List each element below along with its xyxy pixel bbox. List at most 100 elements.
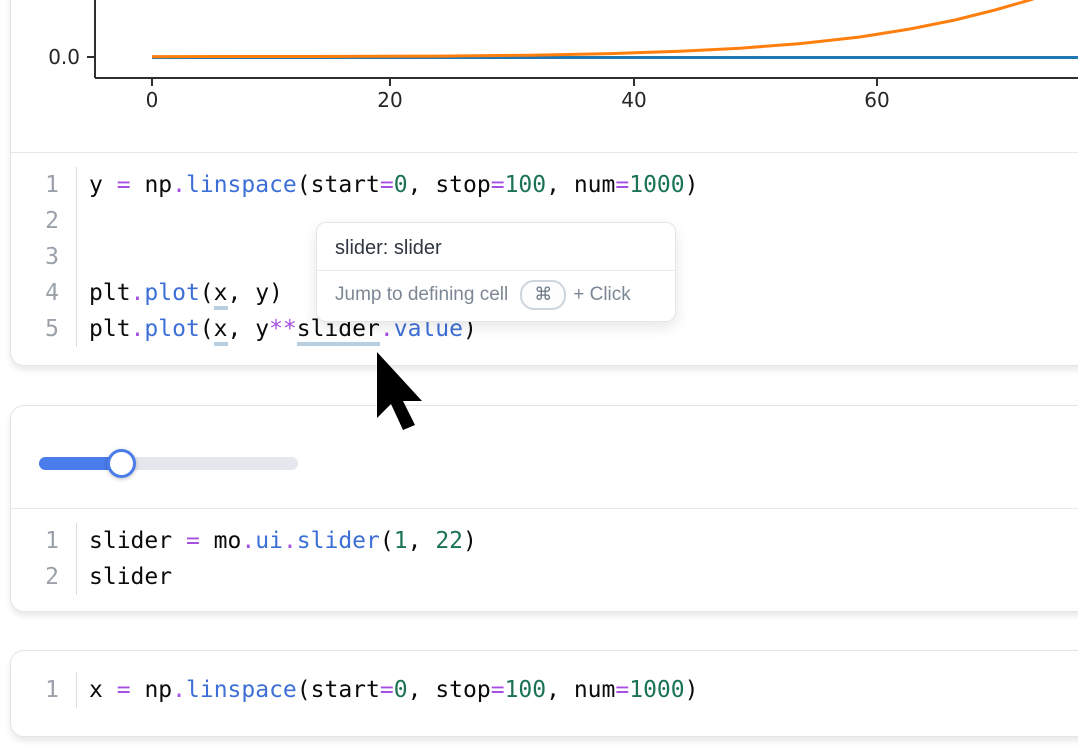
code-token: start	[311, 677, 380, 703]
code-text: y = np.linspace(start=0, stop=100, num=1…	[76, 167, 698, 203]
code-token: =	[380, 172, 394, 198]
code-token: .	[172, 172, 186, 198]
code-token: linspace	[186, 172, 297, 198]
code-token: (	[297, 677, 311, 703]
code-token: ,	[546, 677, 574, 703]
code-token: plt	[89, 280, 131, 306]
code-token: =	[615, 677, 629, 703]
code-token: (	[200, 316, 214, 342]
code-token	[131, 677, 145, 703]
code-token: start	[311, 172, 380, 198]
line-number: 3	[11, 239, 76, 275]
line-number: 5	[11, 311, 76, 347]
code-token: =	[380, 677, 394, 703]
code-token: stop	[435, 172, 490, 198]
code-token: (	[200, 280, 214, 306]
code-token: 100	[505, 172, 547, 198]
code-editor-slider[interactable]: 1slider = mo.ui.slider(1, 22)2 slider	[11, 508, 1078, 608]
code-line[interactable]: 1y = np.linspace(start=0, stop=100, num=…	[11, 167, 1078, 203]
code-token: =	[491, 677, 505, 703]
code-editor-x[interactable]: 1x = np.linspace(start=0, stop=100, num=…	[11, 651, 1078, 721]
code-token: mo	[214, 528, 242, 554]
x-tick-label: 20	[377, 88, 402, 112]
code-text	[76, 203, 89, 239]
code-token: num	[574, 172, 616, 198]
x-ticks	[152, 78, 877, 86]
code-token: num	[574, 677, 616, 703]
code-token: (	[297, 172, 311, 198]
code-token: .	[241, 528, 255, 554]
code-token	[172, 528, 186, 554]
code-token: **	[269, 316, 297, 342]
marimo-notebook: 1y = np.linspace(start=0, stop=100, num=…	[0, 0, 1078, 746]
code-token: (	[380, 528, 394, 554]
slider-output-area	[11, 406, 1078, 508]
code-token: plt	[89, 316, 131, 342]
mouse-cursor-icon	[374, 349, 434, 444]
code-token: slider	[297, 528, 380, 554]
x-tick-label: 0	[146, 88, 159, 112]
tooltip-hint-suffix: + Click	[573, 284, 631, 306]
variable-reference[interactable]: x	[214, 280, 228, 310]
plot-line-orange	[152, 0, 1050, 57]
variable-tooltip: slider: slider Jump to defining cell ⌘ +…	[316, 222, 676, 322]
code-token: =	[117, 172, 131, 198]
code-token: 0	[394, 172, 408, 198]
line-number: 4	[11, 275, 76, 311]
code-token: , y	[228, 316, 270, 342]
code-token: =	[491, 172, 505, 198]
code-token: 100	[505, 677, 547, 703]
code-token: np	[144, 172, 172, 198]
slider-handle[interactable]	[107, 449, 136, 478]
code-text: slider = mo.ui.slider(1, 22)	[76, 523, 477, 559]
slider-widget[interactable]	[39, 446, 339, 480]
code-token: )	[685, 172, 699, 198]
slider-track[interactable]	[39, 457, 298, 470]
code-token: )	[463, 528, 477, 554]
code-token: np	[144, 677, 172, 703]
y-tick-label: 0.0	[48, 45, 80, 69]
tooltip-title: slider: slider	[317, 231, 675, 270]
code-token: , y)	[228, 280, 283, 306]
code-token: y	[89, 172, 103, 198]
code-token: ui	[255, 528, 283, 554]
variable-reference[interactable]: x	[214, 316, 228, 346]
code-token: slider	[89, 564, 172, 590]
code-token: )	[685, 677, 699, 703]
code-token	[103, 172, 117, 198]
x-tick-label: 60	[864, 88, 889, 112]
code-text: plt.plot(x, y)	[76, 275, 283, 311]
matplotlib-plot: 0.0 0 20 40 60	[10, 0, 1078, 152]
code-token: linspace	[186, 677, 297, 703]
code-line[interactable]: 2 slider	[11, 559, 1078, 595]
line-number: 2	[11, 559, 76, 595]
code-token: ,	[546, 172, 574, 198]
code-token: stop	[435, 677, 490, 703]
code-token: .	[131, 280, 145, 306]
code-token: x	[89, 677, 103, 703]
notebook-cell-slider: 1slider = mo.ui.slider(1, 22)2 slider	[10, 405, 1078, 612]
code-token: .	[283, 528, 297, 554]
line-number: 1	[11, 167, 76, 203]
code-token: .	[172, 677, 186, 703]
x-tick-label: 40	[621, 88, 646, 112]
line-number: 1	[11, 523, 76, 559]
code-token: 1000	[629, 172, 684, 198]
line-number: 1	[11, 672, 76, 708]
code-token: plot	[144, 280, 199, 306]
code-token: 22	[435, 528, 463, 554]
code-token: plot	[144, 316, 199, 342]
notebook-cell-x: 1x = np.linspace(start=0, stop=100, num=…	[10, 650, 1078, 737]
code-line[interactable]: 1x = np.linspace(start=0, stop=100, num=…	[11, 672, 1078, 708]
code-token: ,	[408, 677, 436, 703]
code-token: 1000	[629, 677, 684, 703]
code-line[interactable]: 1slider = mo.ui.slider(1, 22)	[11, 523, 1078, 559]
code-token: 0	[394, 677, 408, 703]
code-token	[131, 172, 145, 198]
code-token: .	[131, 316, 145, 342]
code-token: ,	[408, 528, 436, 554]
code-token: slider	[89, 528, 172, 554]
code-token: 1	[394, 528, 408, 554]
code-text: slider	[76, 559, 172, 595]
code-token: =	[615, 172, 629, 198]
